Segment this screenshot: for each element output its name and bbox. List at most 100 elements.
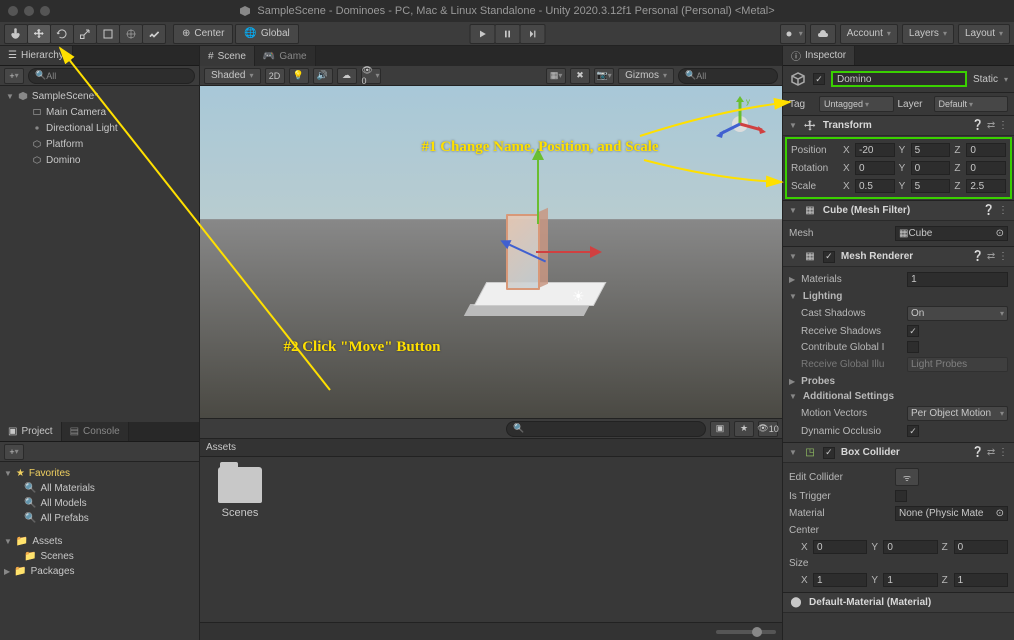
custom-tools[interactable] — [142, 24, 166, 44]
favorite-item[interactable]: 🔍 All Models — [0, 496, 199, 511]
hierarchy-item[interactable]: Directional Light — [0, 120, 199, 136]
center-x[interactable]: 0 — [813, 540, 867, 554]
renderer-enable[interactable]: ✓ — [823, 251, 835, 263]
position-x[interactable]: -20 — [855, 143, 895, 157]
component-menu[interactable]: ❔ ⋮ — [983, 205, 1008, 216]
collider-icon: ◳ — [803, 446, 817, 460]
scene-viewport[interactable]: ☀ y #1 Change Name, Position, and Scale … — [200, 86, 782, 418]
thumbnail-size-slider[interactable] — [716, 630, 776, 634]
is-trigger[interactable] — [895, 490, 907, 502]
window-max-dot[interactable] — [40, 6, 50, 16]
contribute-gi[interactable] — [907, 341, 919, 353]
tab-console[interactable]: ▤ Console — [62, 422, 129, 441]
collider-enable[interactable]: ✓ — [823, 447, 835, 459]
tab-scene[interactable]: # Scene — [200, 46, 255, 66]
layer-label: Layer — [898, 99, 930, 110]
scale-y[interactable]: 5 — [911, 179, 951, 193]
center-y[interactable]: 0 — [883, 540, 937, 554]
motion-vectors[interactable]: Per Object Motion▾ — [907, 406, 1008, 421]
tab-inspector[interactable]: ⓘ Inspector — [783, 46, 855, 65]
mesh-field[interactable]: ▦ Cube⊙ — [895, 226, 1008, 241]
favorites-header[interactable]: ▼ ★ Favorites — [0, 466, 199, 481]
window-close-dot[interactable] — [8, 6, 18, 16]
assets-item[interactable]: 📁 Scenes — [0, 549, 199, 564]
size-z[interactable]: 1 — [954, 573, 1008, 587]
favorite-item[interactable]: 🔍 All Materials — [0, 481, 199, 496]
audio-icon[interactable]: 🔊 — [313, 68, 333, 84]
fx-icon[interactable]: ☁ — [337, 68, 357, 84]
pause-button[interactable] — [495, 24, 521, 44]
packages-header[interactable]: ▶ 📁 Packages — [0, 564, 199, 579]
hand-tool[interactable] — [4, 24, 28, 44]
project-search[interactable]: 🔍 — [506, 421, 706, 437]
hierarchy-item[interactable]: Domino — [0, 152, 199, 168]
favorite-item[interactable]: 🔍 All Prefabs — [0, 511, 199, 526]
filter-icon[interactable]: ▣ — [710, 421, 730, 437]
grid-icon[interactable]: ▦▾ — [546, 68, 566, 84]
hierarchy-item[interactable]: Main Camera — [0, 104, 199, 120]
project-breadcrumb[interactable]: Assets — [200, 439, 782, 457]
hierarchy-create[interactable]: +▾ — [4, 68, 24, 84]
size-x[interactable]: 1 — [813, 573, 867, 587]
size-y[interactable]: 1 — [883, 573, 937, 587]
tag-dropdown[interactable]: Untagged ▾ — [819, 96, 894, 112]
hierarchy-search[interactable]: 🔍 All — [28, 68, 195, 84]
scene-search[interactable]: 🔍 All — [678, 68, 778, 84]
center-z[interactable]: 0 — [954, 540, 1008, 554]
materials-count[interactable]: 1 — [907, 272, 1008, 287]
gizmos-dropdown[interactable]: Gizmos ▾ — [618, 68, 674, 84]
scale-z[interactable]: 2.5 — [966, 179, 1006, 193]
hierarchy-item[interactable]: Platform — [0, 136, 199, 152]
transform-tool[interactable] — [119, 24, 143, 44]
tools-icon[interactable]: ✖ — [570, 68, 590, 84]
edit-collider-button[interactable]: ᯤ — [895, 468, 919, 486]
handle-rotation[interactable]: 🌐 Global — [235, 24, 298, 44]
rotation-x[interactable]: 0 — [855, 161, 895, 175]
component-menu[interactable]: ❔ ⇄ ⋮ — [972, 251, 1008, 262]
tab-game[interactable]: 🎮 Game — [255, 46, 316, 66]
layers-dropdown[interactable]: Layers ▾ — [902, 24, 954, 44]
folder-item[interactable]: Scenes — [210, 467, 270, 519]
layout-dropdown[interactable]: Layout ▾ — [958, 24, 1010, 44]
pivot-mode[interactable]: ⊕ Center — [173, 24, 233, 44]
move-gizmo-y[interactable] — [532, 148, 544, 224]
orientation-gizmo[interactable]: y — [710, 94, 770, 154]
position-z[interactable]: 0 — [966, 143, 1006, 157]
tab-project[interactable]: ▣ Project — [0, 422, 62, 441]
visibility-icon[interactable]: 👁0▾ — [361, 68, 381, 84]
rotation-y[interactable]: 0 — [911, 161, 951, 175]
account-dropdown[interactable]: Account ▾ — [840, 24, 898, 44]
dynamic-occlusion[interactable]: ✓ — [907, 425, 919, 437]
move-tool[interactable] — [27, 24, 51, 44]
visibility-toggle[interactable]: 👁10 — [758, 421, 778, 437]
assets-header[interactable]: ▼ 📁 Assets — [0, 534, 199, 549]
light-icon[interactable]: 💡 — [289, 68, 309, 84]
physic-material[interactable]: None (Physic Mate⊙ — [895, 506, 1008, 521]
gameobject-active-checkbox[interactable]: ✓ — [813, 73, 825, 85]
cast-shadows[interactable]: On▾ — [907, 306, 1008, 321]
gameobject-name-field[interactable]: Domino — [831, 71, 967, 87]
component-menu[interactable]: ❔ ⇄ ⋮ — [972, 120, 1008, 131]
toggle-2d[interactable]: 2D — [265, 68, 285, 84]
step-button[interactable] — [520, 24, 546, 44]
rotation-z[interactable]: 0 — [966, 161, 1006, 175]
camera-icon[interactable]: 📷▾ — [594, 68, 614, 84]
scale-x[interactable]: 0.5 — [855, 179, 895, 193]
tab-hierarchy[interactable]: ☰ Hierarchy — [0, 46, 73, 65]
rotate-tool[interactable] — [50, 24, 74, 44]
scene-root[interactable]: ▼ SampleScene* — [0, 88, 199, 104]
shading-mode[interactable]: Shaded ▾ — [204, 68, 261, 84]
rect-tool[interactable] — [96, 24, 120, 44]
component-menu[interactable]: ❔ ⇄ ⋮ — [972, 447, 1008, 458]
transform-icon — [803, 119, 817, 133]
project-create[interactable]: +▾ — [4, 444, 24, 460]
favorite-icon[interactable]: ★ — [734, 421, 754, 437]
position-y[interactable]: 5 — [911, 143, 951, 157]
layer-dropdown[interactable]: Default ▾ — [934, 96, 1009, 112]
receive-shadows[interactable]: ✓ — [907, 325, 919, 337]
cloud-button[interactable] — [810, 24, 836, 44]
collab-button[interactable]: ▾ — [780, 24, 806, 44]
play-button[interactable] — [470, 24, 496, 44]
scale-tool[interactable] — [73, 24, 97, 44]
window-min-dot[interactable] — [24, 6, 34, 16]
